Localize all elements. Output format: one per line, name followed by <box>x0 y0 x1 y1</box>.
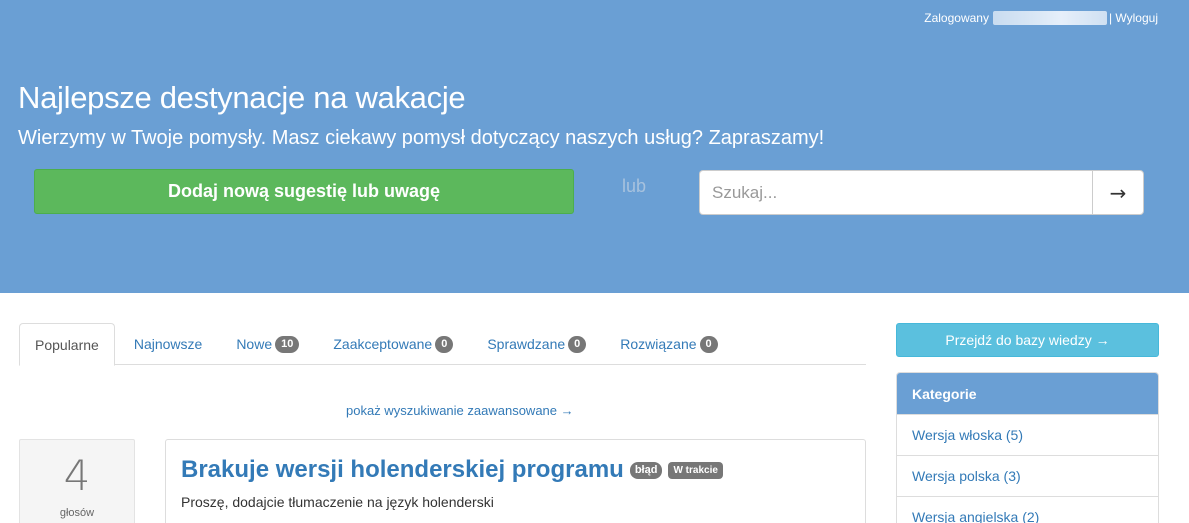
search-submit-button[interactable]: → <box>1092 170 1144 215</box>
category-item[interactable]: Wersja polska (3) <box>897 455 1158 496</box>
category-item[interactable]: Wersja angielska (2) <box>897 496 1158 523</box>
tab-newest[interactable]: Najnowsze <box>119 323 217 365</box>
categories-panel: Kategorie Wersja włoska (5) Wersja polsk… <box>896 372 1159 523</box>
tab-label: Sprawdzane <box>487 336 566 352</box>
count-badge: 10 <box>275 335 300 353</box>
tab-label: Najnowsze <box>133 336 203 352</box>
vote-box[interactable]: 4 głosów <box>19 439 135 523</box>
bug-label: błąd <box>629 461 663 479</box>
knowledge-base-button[interactable]: Przejdź do bazy wiedzy → <box>896 323 1159 357</box>
idea-tabs: Popularne Najnowsze Nowe 10 Zaakceptowan… <box>19 323 866 366</box>
logged-in-label: Zalogowany <box>924 11 989 25</box>
idea-title-link[interactable]: Brakuje wersji holenderskiej programu <box>181 456 624 484</box>
logout-link[interactable]: | Wyloguj <box>1109 11 1158 25</box>
add-suggestion-button[interactable]: Dodaj nową sugestię lub uwagę <box>34 169 574 214</box>
user-bar: Zalogowany | Wyloguj <box>924 11 1158 25</box>
category-item[interactable]: Wersja włoska (5) <box>897 414 1158 455</box>
categories-heading: Kategorie <box>897 373 1158 414</box>
tab-label: Zaakceptowane <box>333 336 433 352</box>
hero-lead: Wierzymy w Twoje pomysły. Masz ciekawy p… <box>18 127 825 149</box>
search-group: → <box>699 170 1144 215</box>
tab-label: Popularne <box>35 336 99 353</box>
idea-title-row: Brakuje wersji holenderskiej programu bł… <box>181 456 723 484</box>
search-input[interactable] <box>699 170 1092 215</box>
blurred-username <box>992 11 1107 25</box>
hero-banner: Zalogowany | Wyloguj Najlepsze destynacj… <box>0 0 1189 293</box>
tab-popular[interactable]: Popularne <box>19 323 115 366</box>
page-title: Najlepsze destynacje na wakacje <box>18 80 466 115</box>
tab-label: Nowe <box>236 336 273 352</box>
count-badge: 0 <box>568 335 587 353</box>
tab-resolved[interactable]: Rozwiązane 0 <box>605 323 732 365</box>
count-badge: 0 <box>435 335 454 353</box>
tab-reviewed[interactable]: Sprawdzane 0 <box>472 323 601 365</box>
tab-accepted[interactable]: Zaakceptowane 0 <box>318 323 468 365</box>
advanced-search-link[interactable]: pokaż wyszukiwanie zaawansowane → <box>346 403 574 418</box>
idea-card: Brakuje wersji holenderskiej programu bł… <box>165 439 866 523</box>
status-label: W trakcie <box>668 461 723 479</box>
idea-description: Proszę, dodajcie tłumaczenie na język ho… <box>181 494 494 510</box>
or-separator: lub <box>622 176 647 196</box>
vote-count: 4 <box>63 451 91 500</box>
count-badge: 0 <box>699 335 718 353</box>
tab-new[interactable]: Nowe 10 <box>221 323 314 365</box>
tab-label: Rozwiązane <box>620 336 697 352</box>
vote-label: głosów <box>59 507 95 519</box>
